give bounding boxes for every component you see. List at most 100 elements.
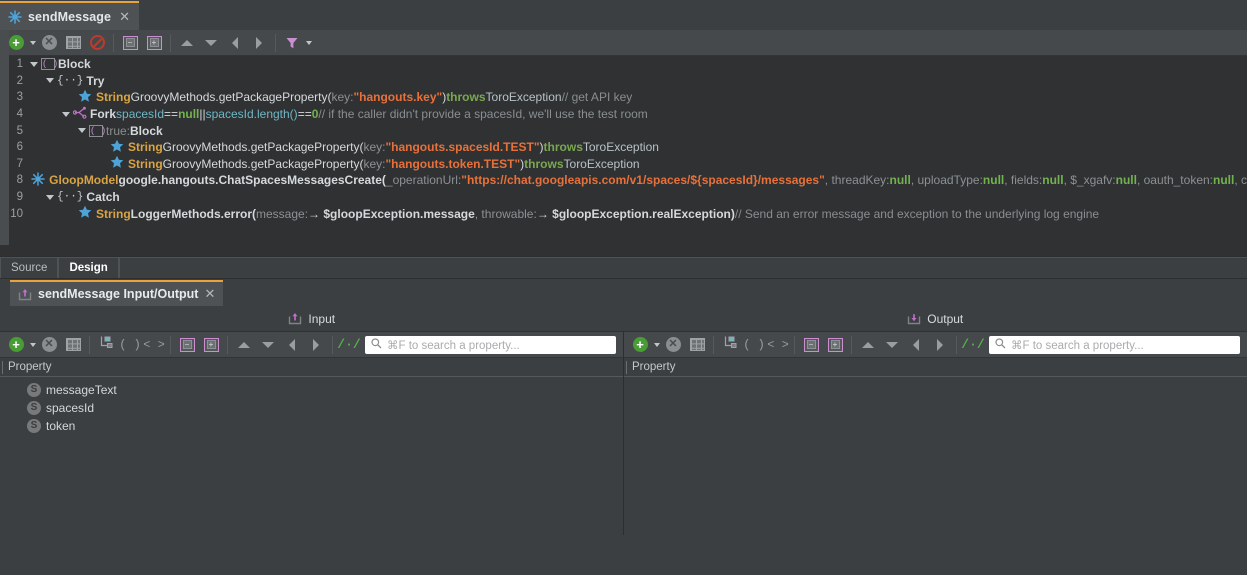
- move-up-button[interactable]: [175, 32, 199, 54]
- filter-button[interactable]: [280, 32, 304, 54]
- block-bracket-icon: ( ): [41, 58, 59, 71]
- expand-all-button[interactable]: +: [199, 334, 223, 356]
- string-type-icon: S: [27, 401, 41, 415]
- close-icon[interactable]: ✕: [204, 286, 215, 302]
- add-property-button[interactable]: +: [4, 334, 28, 356]
- code-line[interactable]: 7 String GroovyMethods.getPackageProperty…: [0, 156, 1247, 173]
- search-icon: [371, 336, 382, 354]
- delete-property-button[interactable]: ✕: [661, 334, 685, 356]
- expand-triangle-icon[interactable]: [46, 194, 54, 200]
- expand-triangle-icon[interactable]: [78, 128, 86, 134]
- code-token: null: [1213, 173, 1235, 188]
- toolbar-separator: [227, 335, 228, 354]
- expand-box-icon: +: [827, 337, 843, 352]
- property-row[interactable]: Stoken: [0, 417, 623, 435]
- move-up-button[interactable]: [856, 334, 880, 356]
- triangle-down-icon: [262, 341, 274, 348]
- output-toolbar: + ✕ ( ) < > − + /·/ ⌘F to search a prope…: [624, 332, 1247, 358]
- star-icon: [110, 155, 124, 172]
- move-left-button[interactable]: [280, 334, 304, 356]
- grid-view-button[interactable]: [61, 334, 85, 356]
- move-right-button[interactable]: [304, 334, 328, 356]
- filter-dropdown[interactable]: [304, 32, 313, 54]
- tab-sendmessage-input-output[interactable]: sendMessage Input/Output ✕: [10, 280, 224, 306]
- input-property-list[interactable]: SmessageText SspacesId Stoken: [0, 377, 623, 535]
- delete-node-button[interactable]: ✕: [37, 32, 61, 54]
- output-column-header: Property: [624, 358, 1247, 377]
- code-token: Fork: [90, 107, 117, 122]
- code-line[interactable]: 1( ) Block: [0, 56, 1247, 73]
- move-right-button[interactable]: [247, 32, 271, 54]
- collapse-all-button[interactable]: −: [118, 32, 142, 54]
- code-token: google.hangouts.ChatSpacesMessagesCreate…: [118, 173, 386, 188]
- property-name: token: [46, 419, 76, 433]
- move-left-button[interactable]: [904, 334, 928, 356]
- collapse-all-button[interactable]: −: [799, 334, 823, 356]
- move-left-button[interactable]: [223, 32, 247, 54]
- grey-x-circle-icon: ✕: [41, 35, 57, 50]
- tab-source[interactable]: Source: [0, 257, 59, 278]
- toolbar-separator: [851, 335, 852, 354]
- collapse-all-button[interactable]: −: [175, 334, 199, 356]
- code-token: Try: [86, 73, 105, 88]
- parens-button[interactable]: ( ): [742, 334, 766, 356]
- code-tree[interactable]: 1( ) Block 2 {··} Try 3 String GroovyMethods.g…: [0, 56, 1247, 256]
- code-line[interactable]: 8 GloopModel google.hangouts.ChatSpacesMe…: [0, 172, 1247, 189]
- add-node-dropdown[interactable]: [28, 32, 37, 54]
- expand-triangle-icon[interactable]: [30, 61, 38, 67]
- code-token: , c: [1234, 173, 1247, 188]
- search-input[interactable]: ⌘F to search a property...: [365, 335, 616, 354]
- toggle-comments-button[interactable]: /·/: [961, 334, 985, 356]
- move-down-button[interactable]: [880, 334, 904, 356]
- parens-button[interactable]: ( ): [118, 334, 142, 356]
- code-token: spacesId: [116, 107, 165, 122]
- output-label: Output: [927, 311, 964, 326]
- model-tree-button[interactable]: [718, 334, 742, 356]
- code-line[interactable]: 2 {··} Try: [0, 73, 1247, 90]
- grid-view-button[interactable]: [61, 32, 85, 54]
- move-down-button[interactable]: [199, 32, 223, 54]
- expand-triangle-icon[interactable]: [62, 111, 70, 117]
- code-token: // Send an error message and exception t…: [734, 206, 1100, 221]
- code-line[interactable]: 10 String LoggerMethods.error( message: →…: [0, 205, 1247, 222]
- move-right-button[interactable]: [928, 334, 952, 356]
- tab-design[interactable]: Design: [58, 257, 119, 278]
- code-line[interactable]: 6 String GroovyMethods.getPackageProperty…: [0, 139, 1247, 156]
- add-property-dropdown[interactable]: [28, 334, 37, 356]
- expand-all-button[interactable]: +: [823, 334, 847, 356]
- code-token: , uploadType:: [910, 173, 983, 188]
- green-plus-circle-icon: +: [8, 35, 24, 50]
- code-token: GloopModel: [49, 173, 119, 188]
- angle-brackets-button[interactable]: < >: [766, 334, 790, 356]
- disable-node-button[interactable]: [85, 32, 109, 54]
- code-line[interactable]: 3 String GroovyMethods.getPackageProperty…: [0, 89, 1247, 106]
- code-line[interactable]: 4 Fork spacesId == null || spacesId.lengt…: [0, 106, 1247, 123]
- add-property-button[interactable]: +: [628, 334, 652, 356]
- move-up-button[interactable]: [232, 334, 256, 356]
- grid-view-button[interactable]: [685, 334, 709, 356]
- model-tree-icon: [723, 335, 738, 354]
- search-input[interactable]: ⌘F to search a property...: [989, 335, 1240, 354]
- tab-sendmessage[interactable]: sendMessage ✕: [0, 1, 140, 30]
- code-token: , $_xgafv:: [1063, 173, 1116, 188]
- model-tree-button[interactable]: [94, 334, 118, 356]
- close-icon[interactable]: ✕: [119, 10, 130, 23]
- code-token: null: [889, 173, 911, 188]
- property-row[interactable]: SmessageText: [0, 381, 623, 399]
- splat-icon: [8, 9, 22, 24]
- expand-triangle-icon[interactable]: [46, 78, 54, 84]
- add-property-dropdown[interactable]: [652, 334, 661, 356]
- delete-property-button[interactable]: ✕: [37, 334, 61, 356]
- toggle-comments-button[interactable]: /·/: [337, 334, 361, 356]
- code-token: String: [128, 156, 163, 171]
- braces-icon: {··}: [57, 74, 84, 87]
- io-header: Input Output: [0, 306, 1247, 332]
- output-property-list[interactable]: [624, 377, 1247, 535]
- expand-all-button[interactable]: +: [142, 32, 166, 54]
- property-row[interactable]: SspacesId: [0, 399, 623, 417]
- move-down-button[interactable]: [256, 334, 280, 356]
- angle-brackets-button[interactable]: < >: [142, 334, 166, 356]
- code-token: ToroException: [582, 140, 659, 155]
- code-line[interactable]: 9 {··} Catch: [0, 189, 1247, 206]
- code-line[interactable]: 5( ) true: Block: [0, 122, 1247, 139]
